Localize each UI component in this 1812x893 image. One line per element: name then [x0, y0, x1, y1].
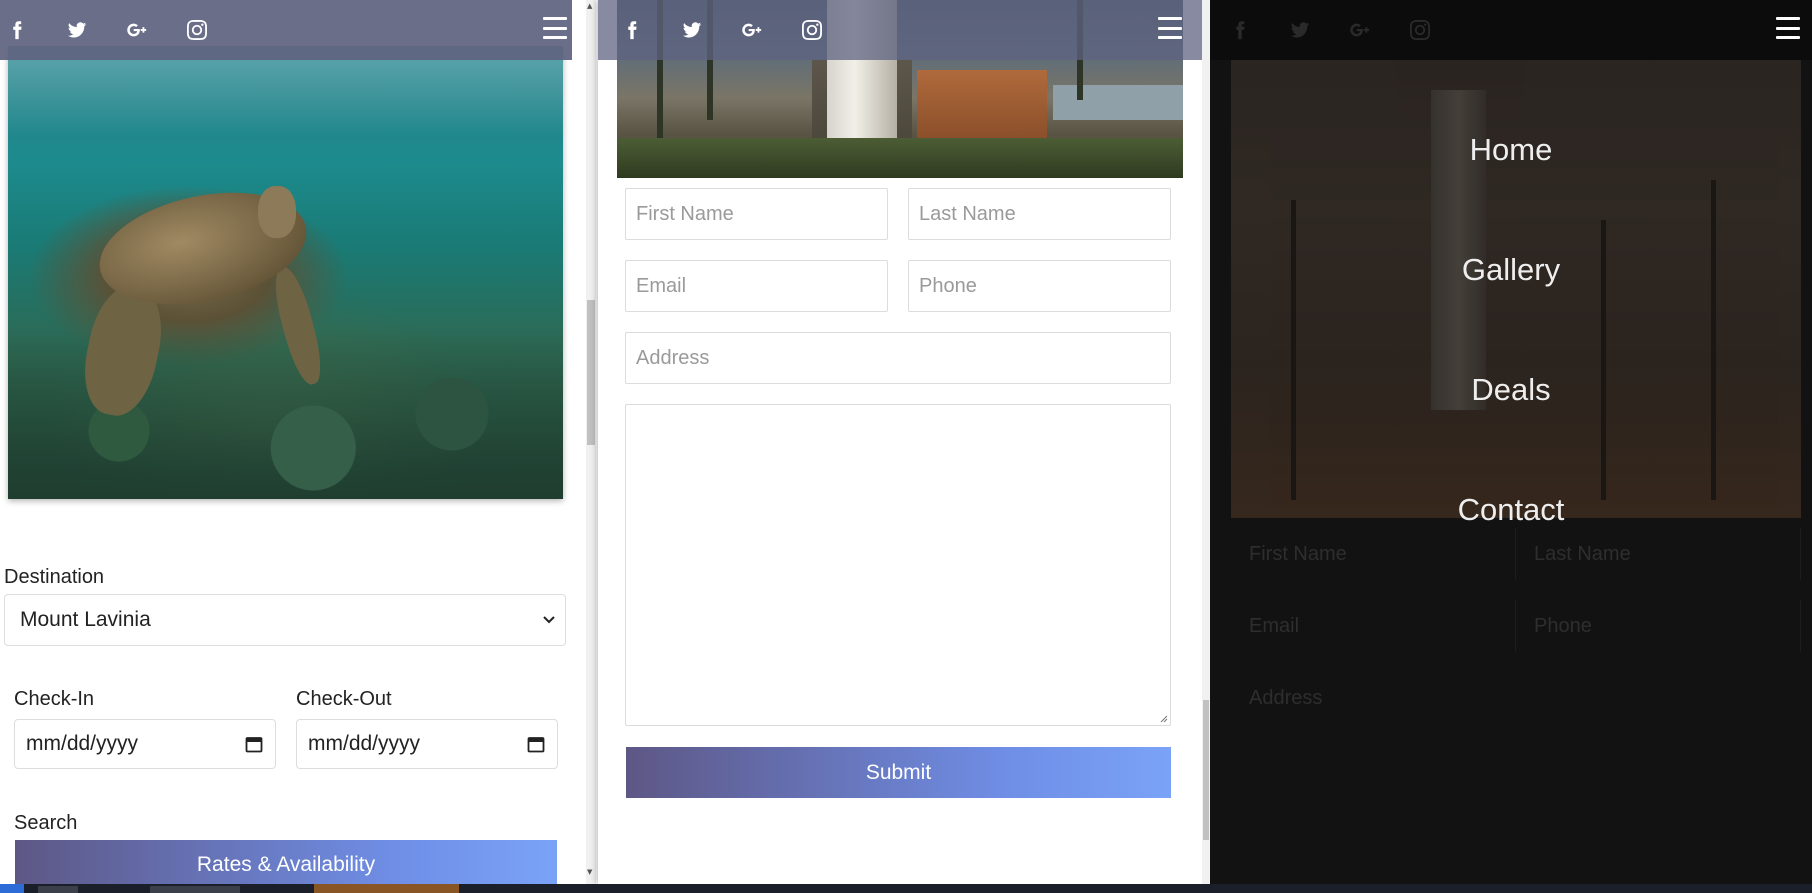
taskbar	[0, 884, 1812, 893]
google-plus-icon[interactable]	[126, 19, 148, 41]
hamburger-menu-icon[interactable]	[1776, 17, 1800, 39]
rates-availability-button[interactable]: Rates & Availability	[15, 840, 557, 884]
destination-label: Destination	[4, 566, 105, 588]
scroll-down-arrow-icon[interactable]: ▼	[587, 868, 592, 876]
menu-overlay-panel: First Name Last Name Email Phone Address…	[1210, 0, 1812, 884]
instagram-icon[interactable]	[186, 19, 208, 41]
instagram-icon	[1409, 19, 1431, 41]
destination-select[interactable]: Mount Lavinia	[4, 594, 566, 646]
calendar-icon[interactable]	[245, 735, 263, 753]
search-label: Search	[14, 812, 78, 834]
destination-value: Mount Lavinia	[20, 608, 151, 631]
taskbar-item[interactable]	[38, 886, 78, 893]
scrollbar[interactable]: ▲ ▼	[586, 0, 596, 884]
facebook-icon[interactable]	[621, 19, 643, 41]
google-plus-icon[interactable]	[741, 19, 763, 41]
nav-item-home[interactable]: Home	[1210, 132, 1812, 168]
instagram-icon[interactable]	[801, 19, 823, 41]
checkout-date-input[interactable]: mm/dd/yyyy	[296, 719, 558, 769]
email-field[interactable]: Email	[625, 260, 888, 312]
checkin-label: Check-In	[14, 688, 95, 710]
hamburger-menu-icon[interactable]	[543, 17, 567, 39]
contact-panel: First Name Last Name Email Phone Address…	[598, 0, 1202, 884]
calendar-icon[interactable]	[527, 735, 545, 753]
hamburger-menu-icon[interactable]	[1158, 17, 1182, 39]
social-links	[6, 19, 246, 41]
checkout-placeholder: mm/dd/yyyy	[308, 732, 421, 755]
first-name-field: First Name	[1231, 528, 1516, 580]
booking-panel: Destination Mount Lavinia Check-In Check…	[0, 0, 596, 884]
start-button[interactable]	[0, 884, 24, 893]
submit-button[interactable]: Submit	[626, 747, 1171, 798]
scrollbar-thumb[interactable]	[1203, 700, 1209, 840]
facebook-icon	[1229, 19, 1251, 41]
checkout-label: Check-Out	[296, 688, 392, 710]
email-field: Email	[1231, 600, 1516, 652]
top-navbar	[1210, 0, 1812, 60]
social-links	[1229, 19, 1469, 41]
twitter-icon[interactable]	[681, 19, 703, 41]
taskbar-active-item[interactable]	[314, 884, 459, 893]
phone-field[interactable]: Phone	[908, 260, 1171, 312]
nav-item-gallery[interactable]: Gallery	[1210, 252, 1812, 288]
checkin-placeholder: mm/dd/yyyy	[26, 732, 139, 755]
address-field[interactable]: Address	[625, 332, 1171, 384]
google-plus-icon	[1349, 19, 1371, 41]
twitter-icon	[1289, 19, 1311, 41]
sea-turtle-photo	[8, 46, 563, 499]
last-name-field: Last Name	[1516, 528, 1801, 580]
checkin-date-input[interactable]: mm/dd/yyyy	[14, 719, 276, 769]
nav-item-contact[interactable]: Contact	[1210, 492, 1812, 528]
resize-grip-icon[interactable]	[1158, 713, 1168, 723]
scroll-up-arrow-icon[interactable]: ▲	[587, 2, 592, 10]
phone-field: Phone	[1516, 600, 1801, 652]
nav-item-deals[interactable]: Deals	[1210, 372, 1812, 408]
scrollbar-thumb[interactable]	[587, 300, 595, 445]
address-field: Address	[1249, 686, 1323, 709]
facebook-icon[interactable]	[6, 19, 28, 41]
chevron-down-icon	[543, 616, 555, 624]
top-navbar	[598, 0, 1202, 60]
scrollbar[interactable]	[1202, 0, 1210, 884]
message-textarea[interactable]	[625, 404, 1171, 726]
twitter-icon[interactable]	[66, 19, 88, 41]
top-navbar	[0, 0, 572, 60]
last-name-field[interactable]: Last Name	[908, 188, 1171, 240]
taskbar-item[interactable]	[150, 886, 240, 893]
first-name-field[interactable]: First Name	[625, 188, 888, 240]
social-links	[621, 19, 861, 41]
